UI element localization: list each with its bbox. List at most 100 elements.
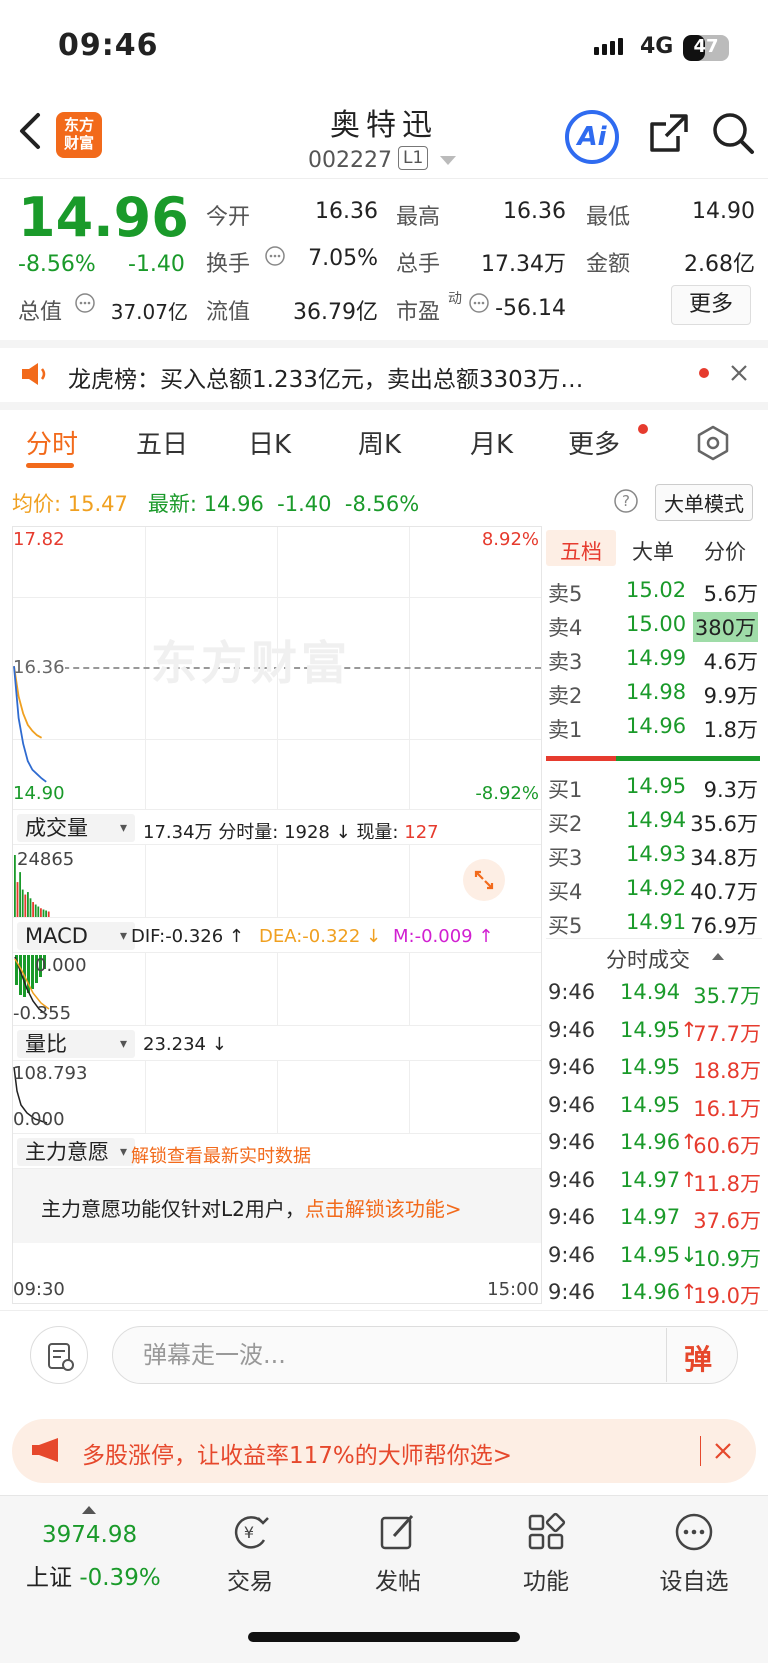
nav-trade[interactable]: 交易: [190, 1562, 310, 1596]
divider: [666, 1328, 667, 1382]
info-icon[interactable]: [264, 245, 286, 267]
trade-price: 14.95↓: [620, 1243, 698, 1267]
expand-button[interactable]: [463, 859, 505, 901]
trade-volume: 19.0万: [693, 1284, 761, 1308]
trade-time: 9:46: [548, 1130, 596, 1154]
ask-price: 15.02: [626, 578, 687, 602]
more-icon[interactable]: [674, 1512, 714, 1552]
nav-post[interactable]: 发帖: [338, 1562, 458, 1596]
volume-bar: [19, 872, 21, 917]
tab-weekly-k[interactable]: 周K: [358, 424, 401, 461]
ask-row: 卖2 14.98 9.9万: [546, 680, 758, 710]
ask-volume: 9.9万: [703, 684, 758, 708]
ask-level: 卖1: [548, 718, 583, 742]
nav-functions[interactable]: 功能: [486, 1562, 606, 1596]
float-label: 流值: [206, 300, 251, 325]
post-icon[interactable]: [378, 1512, 418, 1552]
index-value[interactable]: 3974.98: [42, 1522, 137, 1548]
ai-button[interactable]: Ai: [565, 110, 619, 164]
trade-time: 9:46: [548, 1167, 596, 1192]
main-force-text: 主力意愿功能仅针对L2用户，: [41, 1197, 305, 1221]
svg-text:?: ?: [622, 492, 630, 510]
note-icon: [48, 1343, 74, 1371]
caret-up-icon[interactable]: [712, 952, 724, 960]
settings-icon[interactable]: [694, 424, 732, 462]
tab-five-day[interactable]: 五日: [136, 424, 188, 461]
search-icon[interactable]: [712, 112, 756, 156]
ask-level: 卖4: [548, 616, 583, 640]
main-force-unlock[interactable]: 解锁查看最新实时数据: [131, 1142, 311, 1168]
grid-icon[interactable]: [526, 1512, 566, 1552]
trade-price: 14.96↑: [620, 1130, 698, 1154]
tab-monthly-k[interactable]: 月K: [470, 424, 513, 461]
volume-value: 17.34万: [481, 252, 566, 277]
main-force-dropdown[interactable]: 主力意愿: [17, 1138, 135, 1166]
amount-value: 2.68亿: [684, 252, 755, 277]
tab-more[interactable]: 更多: [568, 424, 620, 461]
trade-row: 9:46 14.94 35.7万: [546, 980, 761, 1014]
trade-row: 9:46 14.97 37.6万: [546, 1205, 761, 1239]
info-icon[interactable]: [74, 292, 96, 314]
danmaku-input[interactable]: 弹幕走一波...: [112, 1326, 738, 1384]
danmaku-send-button[interactable]: 弹: [684, 1338, 712, 1378]
trade-time: 9:46: [548, 1242, 596, 1267]
change-percent: -8.56%: [18, 252, 96, 277]
trade-price-value: 14.95: [620, 1242, 681, 1267]
volume-dropdown[interactable]: 成交量: [17, 814, 135, 842]
divider: [700, 1436, 701, 1466]
orderbook-tab-five[interactable]: 五档: [560, 536, 602, 566]
more-button[interactable]: 更多: [671, 285, 751, 325]
tab-more-dot: [638, 424, 648, 434]
main-force-link[interactable]: 点击解锁该功能>: [305, 1197, 462, 1221]
stock-code: 002227: [308, 148, 392, 173]
index-ticker[interactable]: 上证 -0.39%: [26, 1558, 161, 1592]
macd-dropdown[interactable]: MACD: [17, 922, 135, 950]
trade-volume: 35.7万: [693, 984, 761, 1008]
ask-price: 14.98: [626, 680, 687, 704]
trade-price: 14.95: [620, 1055, 680, 1079]
tab-intraday[interactable]: 分时: [26, 424, 78, 461]
intraday-chart[interactable]: 东方财富 17.82 16.36 14.90 8.92% -8.92% 成交量 …: [12, 526, 542, 1304]
trade-row: 9:46 14.97↑ 11.8万: [546, 1168, 761, 1202]
trade-row: 9:46 14.95 16.1万: [546, 1093, 761, 1127]
notice-text[interactable]: 龙虎榜：买入总额1.233亿元，卖出总额3303万…: [68, 360, 583, 394]
help-icon[interactable]: ?: [613, 488, 639, 514]
orderbook-tab-big[interactable]: 大单: [632, 536, 674, 566]
nav-add-watchlist[interactable]: 设自选: [634, 1562, 754, 1596]
volume-bar: [21, 889, 24, 917]
macd-m: M:-0.009 ↑: [393, 926, 494, 947]
ask-price: 14.99: [626, 646, 687, 670]
trades-title[interactable]: 分时成交: [606, 944, 690, 974]
orderbook-tab-price[interactable]: 分价: [704, 536, 746, 566]
trade-volume: 10.9万: [693, 1246, 761, 1271]
float-value: 36.79亿: [293, 300, 378, 325]
battery-icon: 47: [683, 35, 729, 61]
trade-price-value: 14.94: [620, 980, 681, 1004]
mktcap-label: 总值: [18, 300, 63, 325]
tab-daily-k[interactable]: 日K: [248, 424, 291, 461]
home-indicator: [248, 1632, 520, 1642]
price-line: [13, 666, 47, 783]
ask-level: 卖3: [548, 650, 583, 674]
ratio-dropdown[interactable]: 量比: [17, 1030, 135, 1058]
ratio-axis-bottom: 0.000: [13, 1109, 65, 1130]
close-icon[interactable]: [714, 1442, 732, 1460]
comment-list-button[interactable]: [30, 1326, 88, 1384]
chevron-down-icon[interactable]: [440, 156, 456, 166]
info-icon[interactable]: [468, 292, 490, 314]
volume-axis-max: 24865: [17, 849, 75, 870]
share-icon[interactable]: [648, 112, 690, 154]
level-badge[interactable]: L1: [398, 146, 429, 170]
main-force-panel[interactable]: 主力意愿功能仅针对L2用户，点击解锁该功能>: [13, 1169, 541, 1243]
promo-text[interactable]: 多股涨停，让收益率117%的大师帮你选>: [82, 1436, 512, 1470]
close-icon[interactable]: [730, 364, 748, 382]
ask-row: 卖3 14.99 4.6万: [546, 646, 758, 676]
trade-price: 14.96↑: [620, 1280, 698, 1304]
trade-icon[interactable]: ¥: [228, 1512, 272, 1552]
ask-level: 卖5: [548, 582, 583, 606]
volume-info: 17.34万 分时量: 1928 ↓ 现量: 127: [143, 818, 439, 844]
pe-value: -56.14: [495, 296, 566, 321]
svg-text:¥: ¥: [244, 1523, 254, 1542]
turnover-value: 7.05%: [308, 246, 378, 271]
big-order-mode-button[interactable]: 大单模式: [655, 484, 753, 521]
